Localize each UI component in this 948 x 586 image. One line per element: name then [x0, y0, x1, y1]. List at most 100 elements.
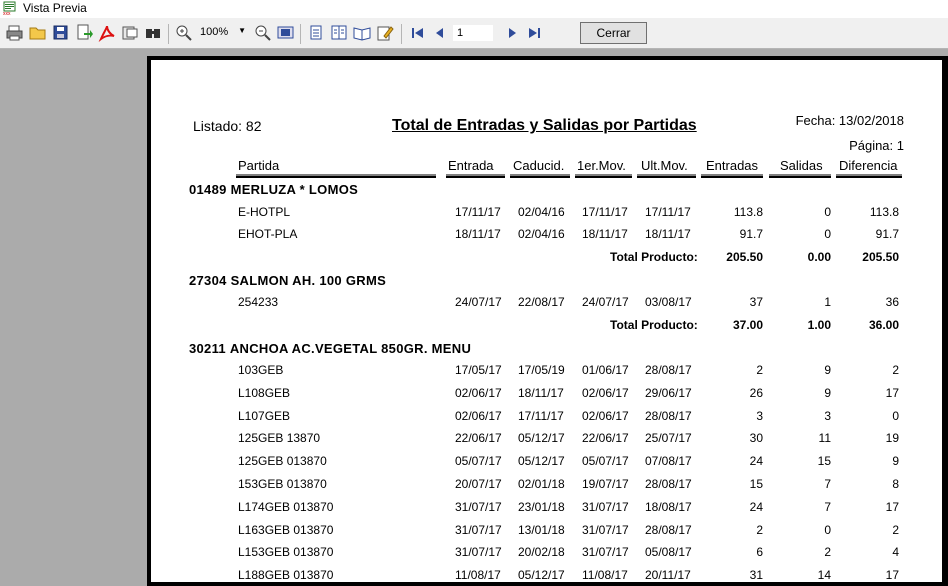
- table-cell: L107GEB: [238, 409, 291, 423]
- fit-page-icon[interactable]: [277, 24, 295, 42]
- table-cell: 31/07/17: [582, 523, 629, 537]
- table-cell: 17/11/17: [518, 409, 564, 423]
- table-cell: 29/06/17: [645, 386, 692, 400]
- edit-icon[interactable]: [376, 24, 394, 42]
- table-cell: 22/06/17: [455, 431, 502, 445]
- table-cell: L188GEB 013870: [238, 568, 334, 582]
- table-cell: 31/07/17: [455, 545, 502, 559]
- table-cell: 3: [824, 409, 831, 423]
- table-cell: 26: [749, 386, 763, 400]
- zoom-out-icon[interactable]: [254, 24, 272, 42]
- table-cell: 9: [824, 363, 831, 377]
- single-page-icon[interactable]: [307, 24, 325, 42]
- chevron-down-icon: ▼: [238, 26, 246, 35]
- table-cell: 20/11/17: [645, 568, 691, 582]
- table-cell: 8: [892, 477, 899, 491]
- table-cell: 28/08/17: [645, 409, 692, 423]
- table-cell: 15: [749, 477, 763, 491]
- table-cell: 17/05/17: [455, 363, 502, 377]
- group-header: 01489 MERLUZA * LOMOS: [189, 182, 359, 197]
- table-cell: 05/12/17: [518, 454, 565, 468]
- table-cell: L108GEB: [238, 386, 291, 400]
- table-cell: L163GEB 013870: [238, 523, 334, 537]
- find-icon[interactable]: [144, 24, 162, 42]
- table-cell: 14: [817, 568, 831, 582]
- col-header-entradas: Entradas: [701, 157, 763, 178]
- table-cell: 20/02/18: [518, 545, 565, 559]
- table-cell: 0: [892, 409, 899, 423]
- table-cell: 07/08/17: [645, 454, 692, 468]
- table-cell: 18/11/17: [518, 386, 564, 400]
- table-cell: 02/06/17: [582, 409, 629, 423]
- first-page-icon[interactable]: [409, 24, 427, 42]
- export-icon[interactable]: [75, 24, 93, 42]
- table-cell: 17: [885, 386, 899, 400]
- previous-page-icon[interactable]: [431, 24, 449, 42]
- col-header-caducid: Caducid.: [510, 157, 570, 178]
- page-indicator: Página: 1: [849, 138, 904, 153]
- table-cell: L153GEB 013870: [238, 545, 334, 559]
- group-header: 27304 SALMON AH. 100 GRMS: [189, 273, 387, 288]
- table-cell: 13/01/18: [518, 523, 565, 537]
- report-date: Fecha: 13/02/2018: [795, 113, 904, 128]
- table-cell: 17: [885, 500, 899, 514]
- last-page-icon[interactable]: [525, 24, 543, 42]
- email-icon[interactable]: [121, 24, 139, 42]
- col-header-diferencia: Diferencia: [836, 157, 902, 178]
- table-cell: 02/06/17: [455, 386, 502, 400]
- table-cell: 22/06/17: [582, 431, 629, 445]
- toolbar: 100% ▼ 1 Cerrar: [0, 18, 948, 49]
- table-cell: 0: [824, 523, 831, 537]
- table-cell: 11/08/17: [582, 568, 628, 582]
- toolbar-separator: [300, 24, 301, 44]
- book-icon[interactable]: [353, 24, 371, 42]
- next-page-icon[interactable]: [503, 24, 521, 42]
- table-cell: 7: [824, 500, 831, 514]
- table-cell: 2: [892, 363, 899, 377]
- table-cell: 125GEB 13870: [238, 431, 321, 445]
- table-cell: 05/07/17: [582, 454, 629, 468]
- table-cell: 11: [818, 431, 831, 445]
- table-cell: 31/07/17: [455, 523, 502, 537]
- table-cell: 31/07/17: [582, 500, 629, 514]
- table-cell: 2: [824, 545, 831, 559]
- table-cell: 15: [817, 454, 831, 468]
- table-cell: 2: [756, 523, 763, 537]
- table-cell: 18/08/17: [645, 500, 692, 514]
- table-cell: 24: [749, 454, 763, 468]
- title-bar: xxx Vista Previa: [0, 0, 948, 18]
- app-icon: xxx: [3, 1, 18, 17]
- svg-text:xxx: xxx: [3, 11, 11, 16]
- table-cell: 31/07/17: [455, 500, 502, 514]
- table-cell: 19/07/17: [582, 477, 629, 491]
- pdf-icon[interactable]: [98, 24, 116, 42]
- table-cell: 31: [749, 568, 763, 582]
- table-cell: 6: [756, 545, 763, 559]
- table-cell: 20/07/17: [455, 477, 502, 491]
- table-cell: 4: [892, 545, 899, 559]
- table-cell: 103GEB: [238, 363, 284, 377]
- print-icon[interactable]: [6, 24, 24, 42]
- open-folder-icon[interactable]: [29, 24, 47, 42]
- group-header: 30211 ANCHOA AC.VEGETAL 850GR. MENU: [189, 341, 472, 356]
- table-cell: 02/06/17: [582, 386, 629, 400]
- table-cell: 24: [749, 500, 763, 514]
- table-cell: 17/05/19: [518, 363, 565, 377]
- table-cell: 25/07/17: [645, 431, 692, 445]
- table-cell: 28/08/17: [645, 523, 692, 537]
- page-number-input[interactable]: 1: [453, 25, 493, 41]
- two-pages-icon[interactable]: [330, 24, 348, 42]
- table-cell: 17: [885, 568, 899, 582]
- table-cell: 05/12/17: [518, 568, 565, 582]
- table-cell: 30: [749, 431, 763, 445]
- save-icon[interactable]: [52, 24, 70, 42]
- zoom-select[interactable]: 100% ▼: [200, 26, 248, 41]
- table-cell: 28/08/17: [645, 477, 692, 491]
- table-cell: 05/12/17: [518, 431, 565, 445]
- table-cell: 11/08/17: [455, 568, 501, 582]
- table-cell: 01/06/17: [582, 363, 629, 377]
- toolbar-separator: [168, 24, 169, 44]
- zoom-in-icon[interactable]: [175, 24, 193, 42]
- close-button[interactable]: Cerrar: [580, 22, 647, 44]
- table-cell: 23/01/18: [518, 500, 565, 514]
